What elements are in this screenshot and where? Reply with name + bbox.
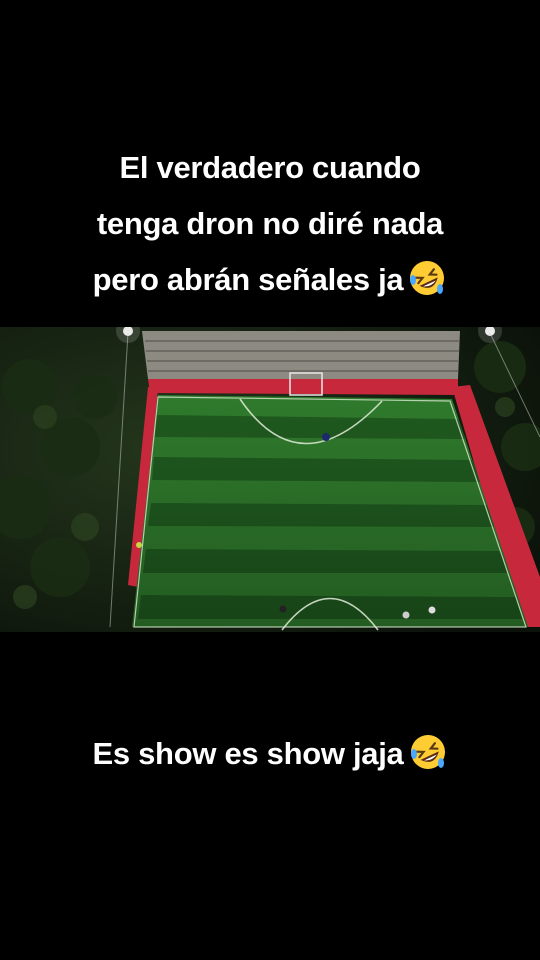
top-caption-line-1: El verdadero cuando xyxy=(119,150,421,185)
top-caption-line-2: tenga dron no diré nada xyxy=(96,206,444,241)
rolling-laughing-emoji-icon xyxy=(410,735,445,769)
drone-football-field-photo xyxy=(0,327,540,632)
bottom-caption-text: Es show es show jaja xyxy=(92,736,404,771)
bottom-caption: Es show es show jaja xyxy=(0,726,540,782)
top-caption: El verdadero cuando tenga dron no diré n… xyxy=(0,140,540,308)
rolling-laughing-emoji-icon xyxy=(410,261,445,295)
top-caption-line-3: pero abrán señales ja xyxy=(0,252,540,308)
